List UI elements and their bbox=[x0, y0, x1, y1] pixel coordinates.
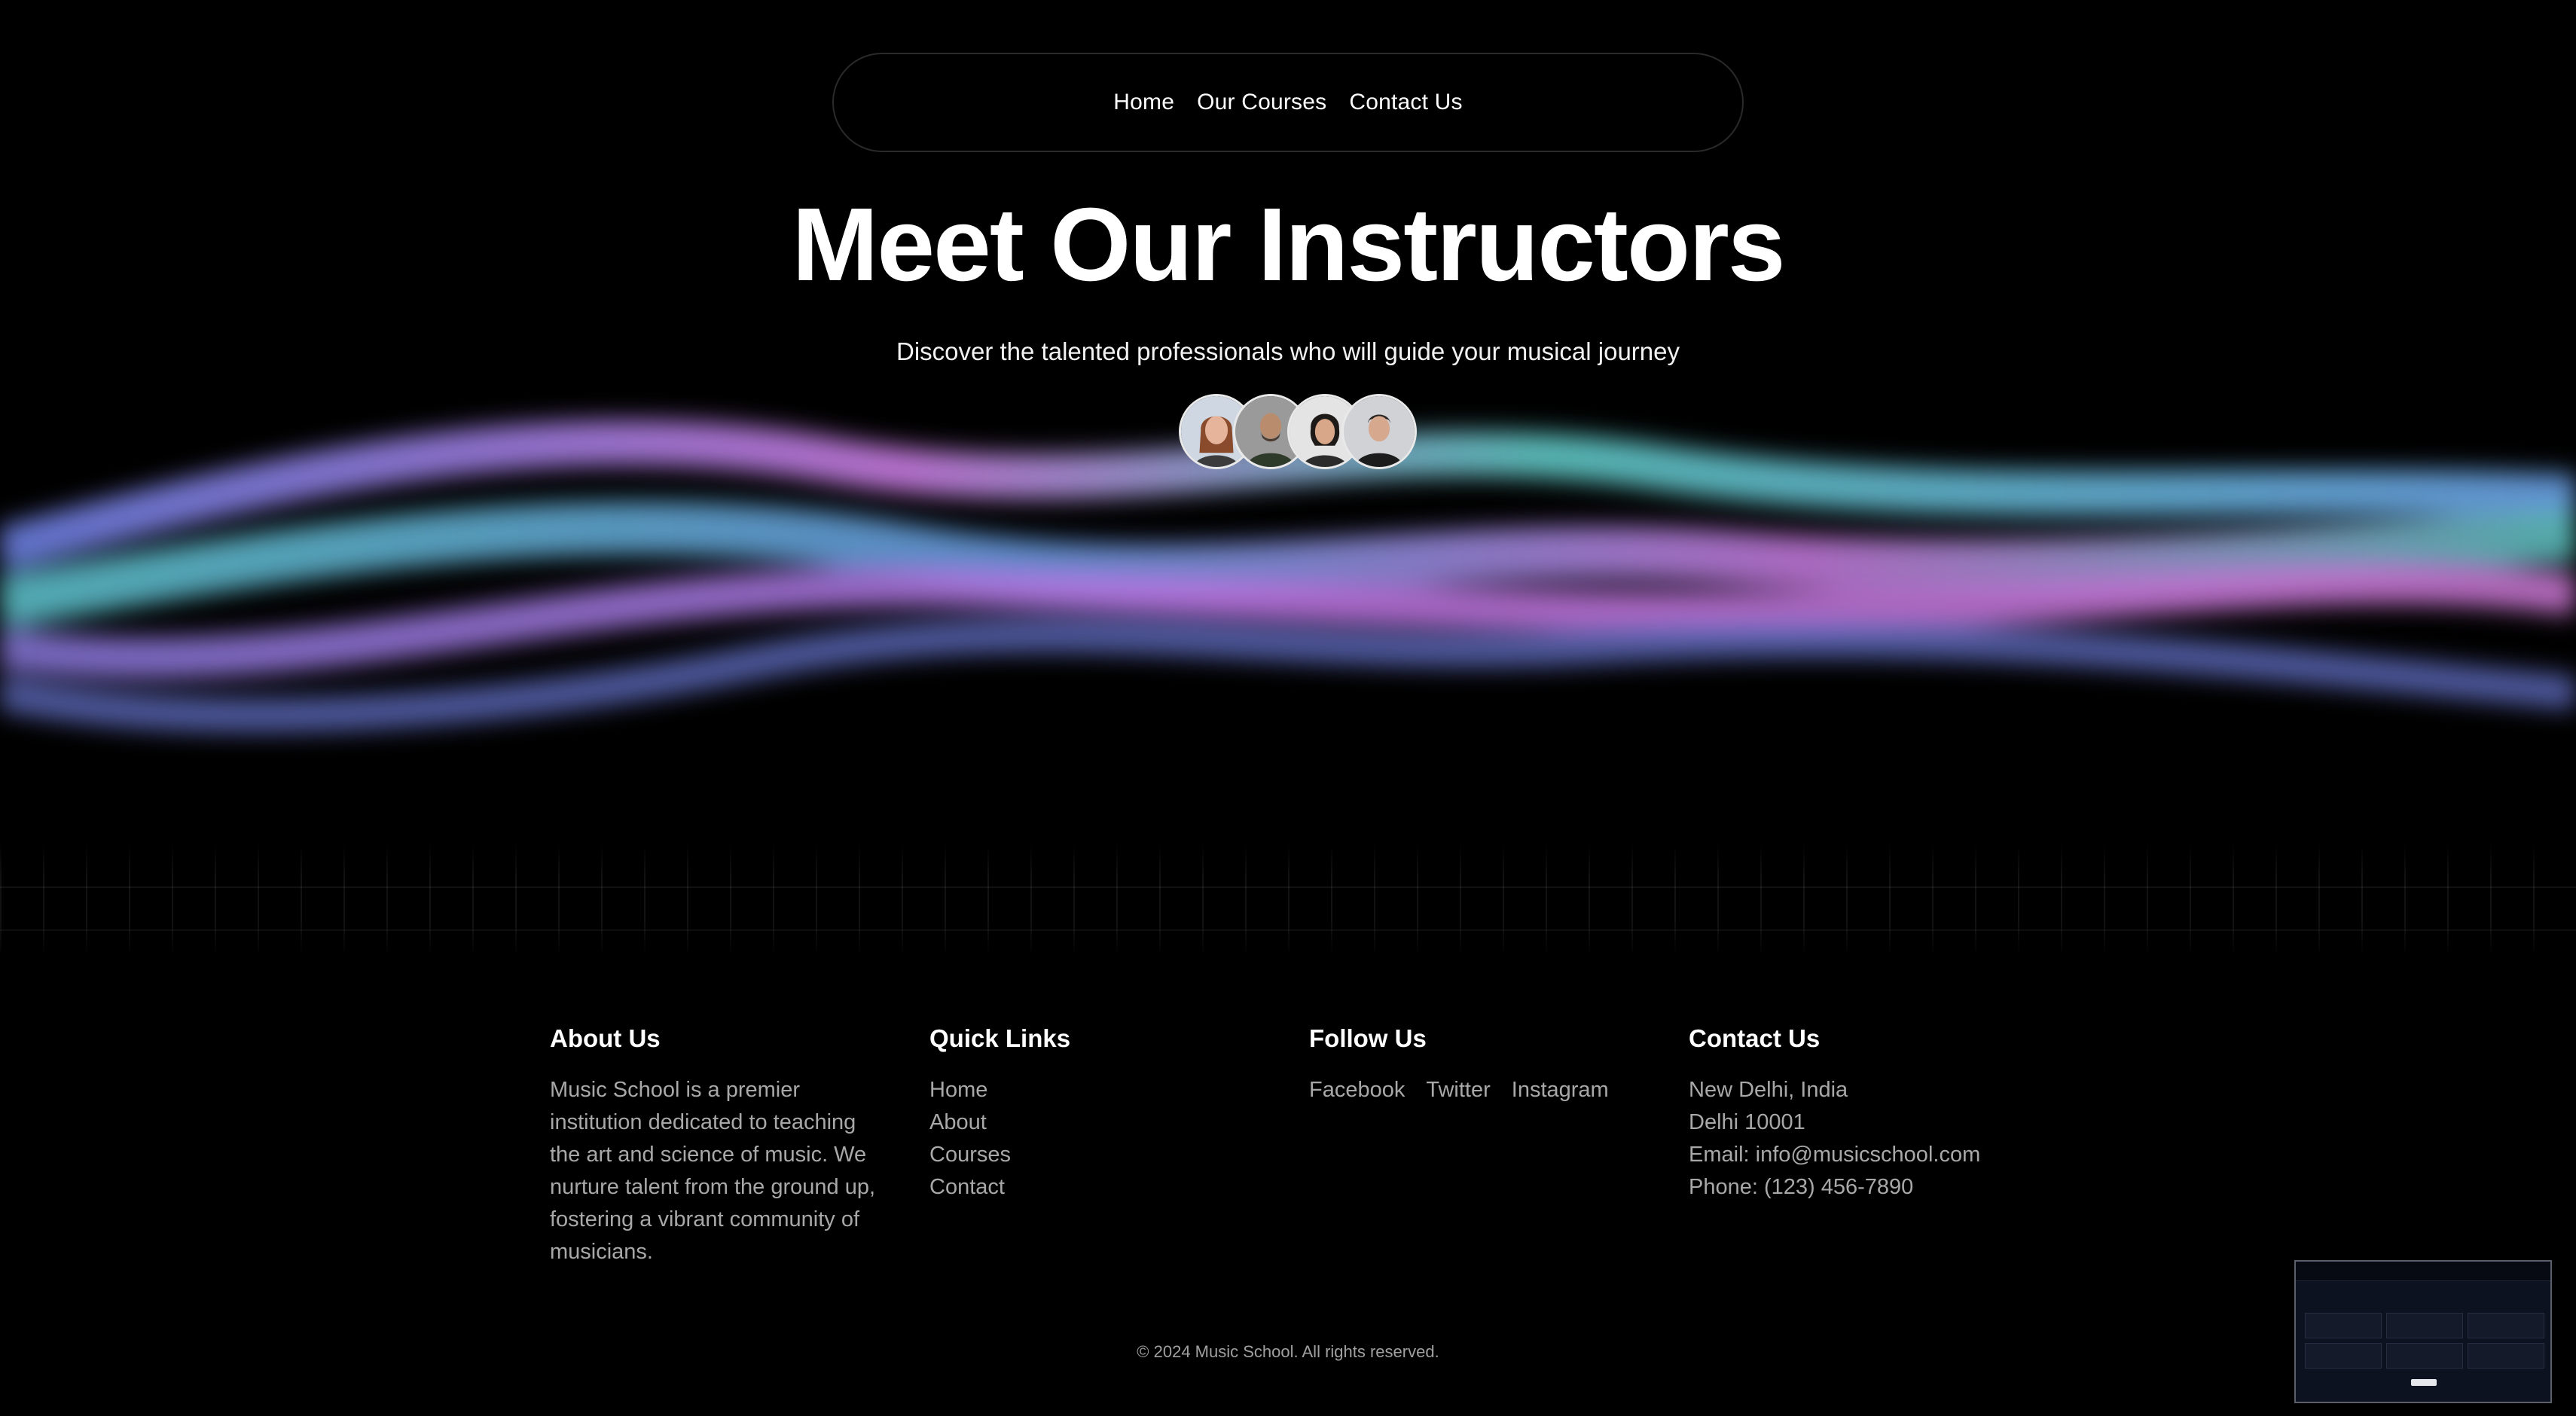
footer-quick-links-column: Quick Links Home About Courses Contact bbox=[929, 1024, 1267, 1268]
footer-follow-heading: Follow Us bbox=[1309, 1024, 1427, 1052]
instructor-avatar-4[interactable] bbox=[1341, 394, 1417, 469]
footer-contact-email: Email: info@musicschool.com bbox=[1689, 1143, 1981, 1167]
footer-follow-column: Follow Us Facebook Twitter Instagram bbox=[1309, 1024, 1647, 1268]
nav-our-courses-link[interactable]: Our Courses bbox=[1197, 90, 1326, 115]
social-link-facebook[interactable]: Facebook bbox=[1309, 1074, 1405, 1106]
preview-card bbox=[2386, 1313, 2463, 1338]
preview-card bbox=[2305, 1313, 2382, 1338]
page-subtitle: Discover the talented professionals who … bbox=[896, 337, 1680, 365]
footer-contact-column: Contact Us New Delhi, India Delhi 10001 … bbox=[1689, 1024, 2026, 1268]
copyright-text: © 2024 Music School. All rights reserved… bbox=[1137, 1342, 1439, 1361]
footer-about-text: Music School is a premier institution de… bbox=[550, 1078, 876, 1264]
preview-card bbox=[2386, 1343, 2463, 1369]
preview-header bbox=[2296, 1262, 2550, 1281]
footer: About Us Music School is a premier insti… bbox=[550, 1024, 2026, 1268]
page: Home Our Courses Contact Us Meet Our Ins… bbox=[0, 0, 2576, 1416]
footer-quick-links-heading: Quick Links bbox=[929, 1024, 1071, 1052]
page-title: Meet Our Instructors bbox=[792, 187, 1785, 303]
preview-card bbox=[2305, 1343, 2382, 1369]
preview-card bbox=[2468, 1313, 2544, 1338]
page-preview-thumbnail[interactable] bbox=[2294, 1260, 2552, 1403]
decorative-grid bbox=[0, 844, 2576, 957]
social-link-instagram[interactable]: Instagram bbox=[1512, 1074, 1609, 1106]
footer-contact-city: Delhi 10001 bbox=[1689, 1110, 1805, 1134]
top-navigation: Home Our Courses Contact Us bbox=[832, 53, 1744, 152]
footer-link-contact[interactable]: Contact bbox=[929, 1175, 1005, 1199]
instructor-avatar-group bbox=[1179, 394, 1417, 469]
footer-contact-heading: Contact Us bbox=[1689, 1024, 1821, 1052]
footer-contact-address: New Delhi, India bbox=[1689, 1078, 1848, 1102]
footer-link-home[interactable]: Home bbox=[929, 1078, 987, 1102]
footer-about-column: About Us Music School is a premier insti… bbox=[550, 1024, 887, 1268]
preview-cards bbox=[2305, 1313, 2544, 1369]
nav-contact-us-link[interactable]: Contact Us bbox=[1349, 90, 1462, 115]
preview-button bbox=[2411, 1379, 2437, 1386]
social-link-twitter[interactable]: Twitter bbox=[1426, 1074, 1490, 1106]
preview-card bbox=[2468, 1343, 2544, 1369]
footer-about-heading: About Us bbox=[550, 1024, 661, 1052]
footer-link-courses[interactable]: Courses bbox=[929, 1143, 1011, 1167]
nav-home-link[interactable]: Home bbox=[1113, 90, 1174, 115]
footer-link-about[interactable]: About bbox=[929, 1110, 987, 1134]
footer-contact-phone: Phone: (123) 456-7890 bbox=[1689, 1175, 1914, 1199]
